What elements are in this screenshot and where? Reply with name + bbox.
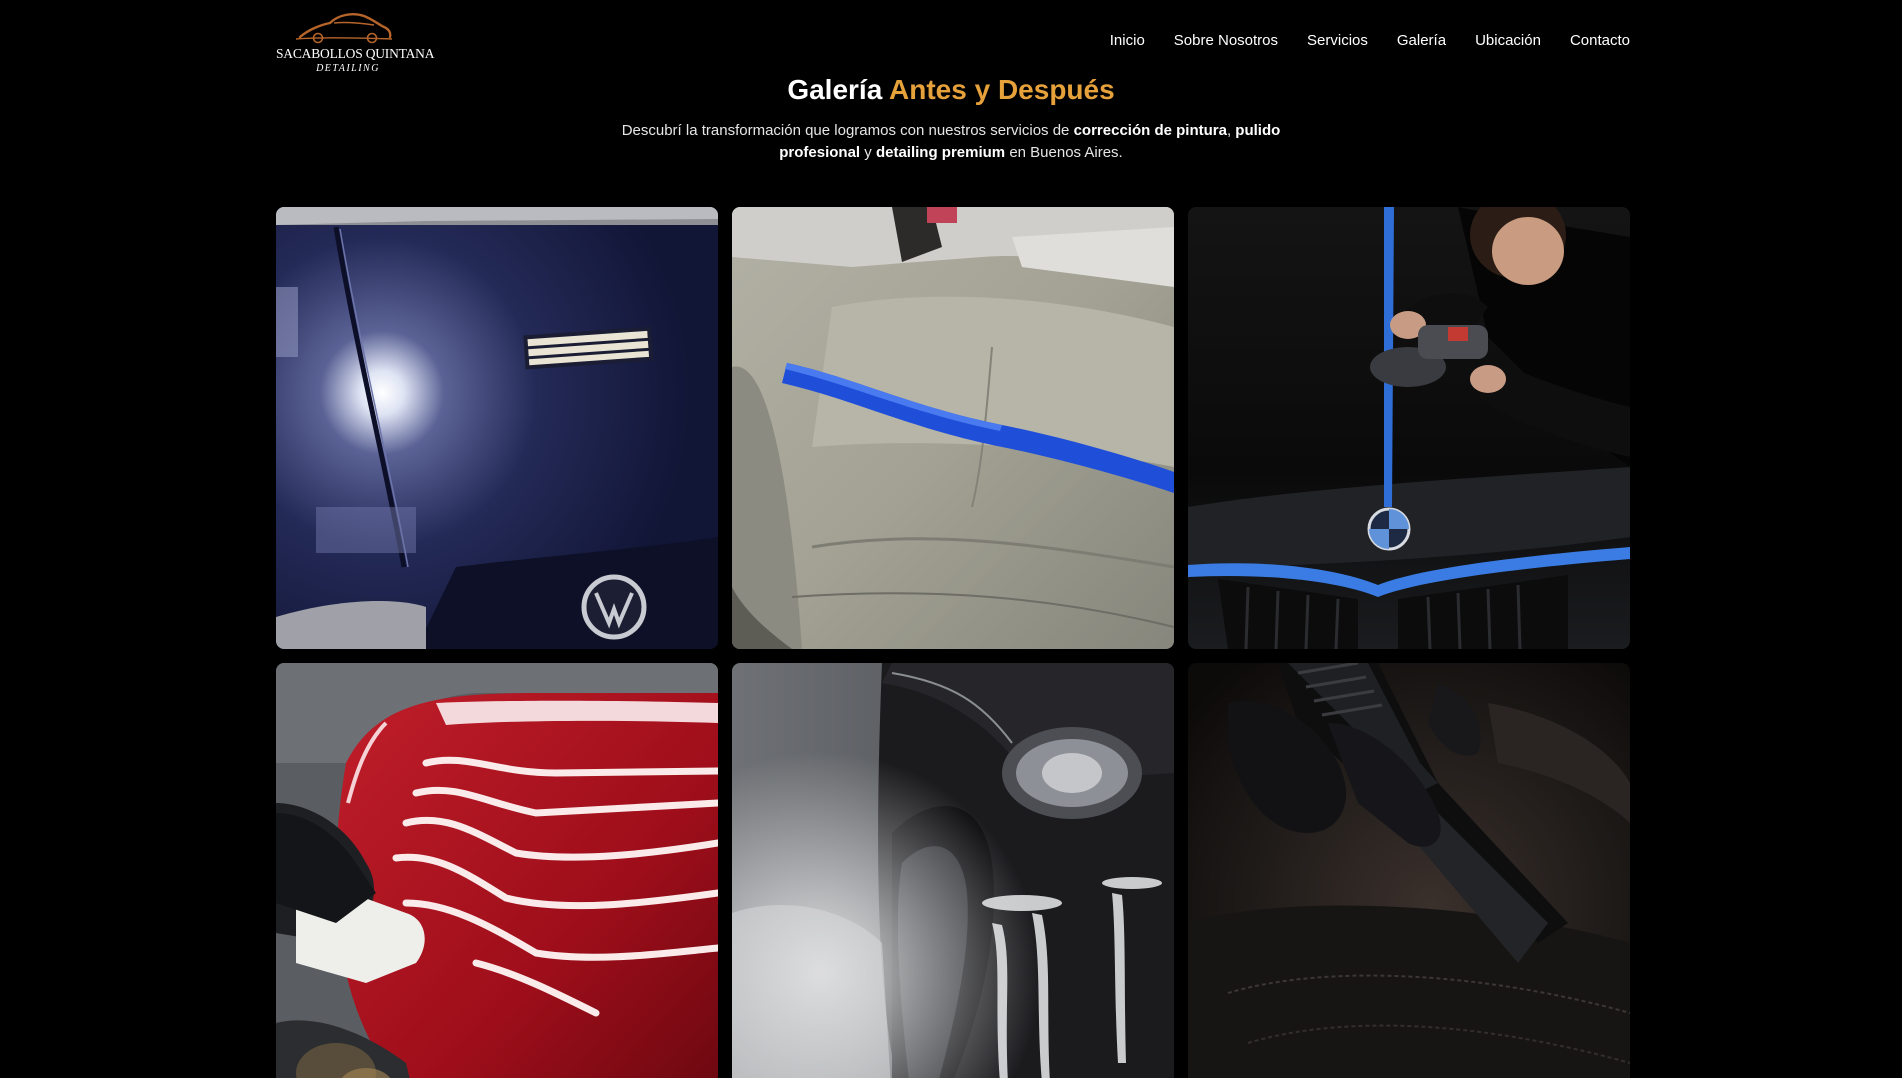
site-header: SACABOLLOS QUINTANA DETAILING Inicio Sob…	[0, 0, 1902, 88]
nav-link-sobre-nosotros[interactable]: Sobre Nosotros	[1174, 32, 1278, 49]
brand-logo[interactable]: SACABOLLOS QUINTANA DETAILING	[276, 10, 435, 76]
gallery-image-interior-vacuum[interactable]	[1188, 663, 1630, 1078]
desc-text-3: y	[864, 144, 872, 161]
desc-bold-correccion: corrección de pintura	[1073, 122, 1227, 139]
interior-vacuum-image	[1188, 663, 1630, 1078]
foam-wash-image	[732, 663, 1174, 1078]
nav-link-contacto[interactable]: Contacto	[1570, 32, 1630, 49]
gallery-image-foam-wash[interactable]	[732, 663, 1174, 1078]
brand-tagline: DETAILING	[316, 63, 380, 74]
desc-bold-detailing: detailing premium	[875, 144, 1006, 161]
nav-link-ubicacion[interactable]: Ubicación	[1475, 32, 1541, 49]
leather-seat-image	[732, 207, 1174, 649]
nav-link-galeria[interactable]: Galería	[1397, 32, 1446, 49]
page: SACABOLLOS QUINTANA DETAILING Inicio Sob…	[0, 0, 1902, 1078]
desc-text-1: Descubrí la transformación que logramos …	[621, 122, 1070, 139]
red-car-wax-image	[276, 663, 718, 1078]
bmw-polishing-image	[1188, 207, 1630, 649]
desc-text-2: ,	[1226, 122, 1232, 139]
gallery-image-bmw-polishing[interactable]	[1188, 207, 1630, 649]
gallery-image-blue-vw-hood[interactable]	[276, 207, 718, 649]
nav-link-inicio[interactable]: Inicio	[1110, 32, 1145, 49]
main-nav: Inicio Sobre Nosotros Servicios Galería …	[1110, 32, 1630, 49]
nav-link-servicios[interactable]: Servicios	[1307, 32, 1368, 49]
brand-name: SACABOLLOS QUINTANA	[276, 46, 435, 61]
gallery-description: Descubrí la transformación que logramos …	[611, 120, 1291, 164]
car-silhouette-icon	[295, 13, 393, 44]
gallery-grid	[276, 207, 1630, 1078]
gallery-image-red-car-wax[interactable]	[276, 663, 718, 1078]
gallery-image-leather-seat[interactable]	[732, 207, 1174, 649]
blue-car-hood-image	[276, 207, 718, 649]
desc-text-4: en Buenos Aires.	[1009, 144, 1123, 161]
